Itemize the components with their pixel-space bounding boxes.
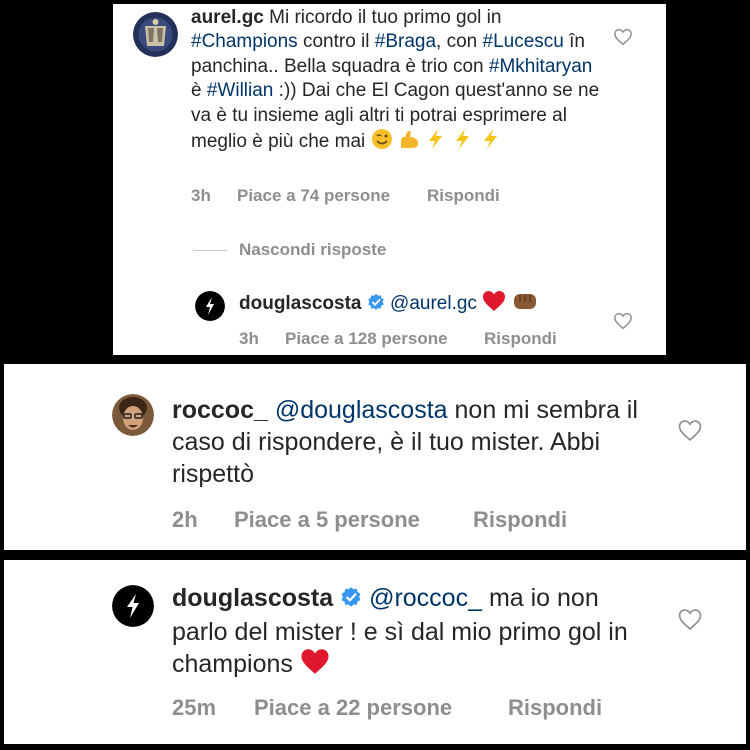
hide-replies-label: Nascondi risposte <box>239 240 387 259</box>
reply-button[interactable]: Rispondi <box>508 695 602 721</box>
comment-body: roccoc_ @douglascosta non mi sembra il c… <box>172 394 652 490</box>
high-voltage-icon <box>480 128 502 157</box>
likes-count-link[interactable]: Piace a 74 persone <box>237 186 427 206</box>
comment-body: douglascosta @roccoc_ ma io non parlo de… <box>172 582 642 683</box>
avatar-aurel[interactable] <box>133 12 178 57</box>
username-roccoc[interactable]: roccoc_ <box>172 396 268 424</box>
username-aurel[interactable]: aurel.gc <box>191 7 264 28</box>
hashtag-champions[interactable]: #Champions <box>191 31 298 52</box>
mention-douglascosta[interactable]: @douglascosta <box>275 396 448 424</box>
avatar-roccoc[interactable] <box>112 394 154 436</box>
flexed-biceps-icon <box>398 128 420 157</box>
reply-button[interactable]: Rispondi <box>484 329 557 349</box>
reply-meta: 3h Piace a 128 persone Rispondi <box>239 329 557 349</box>
comment-meta: 3h Piace a 74 persone Rispondi <box>191 186 500 206</box>
avatar-roccoc-image <box>112 394 154 436</box>
comment-text: è <box>191 80 202 102</box>
comment-time: 2h <box>172 507 198 532</box>
high-voltage-icon <box>452 128 474 157</box>
likes-count-link[interactable]: Piace a 22 persone <box>254 695 508 721</box>
avatar-douglascosta-image <box>112 585 154 627</box>
reply-body: douglascosta @aurel.gc <box>239 290 538 319</box>
comment-text: , con <box>436 31 478 53</box>
mention-roccoc[interactable]: @roccoc_ <box>369 584 482 612</box>
avatar-douglascosta[interactable] <box>195 291 225 321</box>
reply-button[interactable]: Rispondi <box>427 186 500 206</box>
like-heart-icon[interactable] <box>613 28 633 46</box>
comment-card-aurel: aurel.gc Mi ricordo il tuo primo gol in … <box>113 4 666 355</box>
comment-time: 25m <box>172 695 217 720</box>
hashtag-lucescu[interactable]: #Lucescu <box>483 31 564 52</box>
avatar-douglascosta-image <box>195 291 225 321</box>
comment-card-roccoc: roccoc_ @douglascosta non mi sembra il c… <box>4 364 746 550</box>
reply-button[interactable]: Rispondi <box>473 507 567 533</box>
high-voltage-icon <box>425 128 447 157</box>
hashtag-mkhitaryan[interactable]: #Mkhitaryan <box>489 56 593 77</box>
verified-badge-icon <box>367 293 385 318</box>
fist-icon <box>512 290 538 319</box>
like-heart-icon[interactable] <box>677 419 703 442</box>
avatar-douglascosta[interactable] <box>112 585 154 627</box>
username-douglascosta[interactable]: douglascosta <box>239 293 361 314</box>
comment-meta: 25m Piace a 22 persone Rispondi <box>172 695 602 721</box>
verified-badge-icon <box>340 584 362 616</box>
red-heart-icon <box>482 290 506 319</box>
likes-count-link[interactable]: Piace a 128 persone <box>285 329 484 349</box>
mention-aurel[interactable]: @aurel.gc <box>390 293 477 314</box>
comment-text: contro il <box>302 31 370 53</box>
like-heart-icon[interactable] <box>613 312 633 330</box>
username-douglascosta[interactable]: douglascosta <box>172 584 333 612</box>
reply-time: 3h <box>239 329 259 348</box>
hashtag-willian[interactable]: #Willian <box>207 80 274 101</box>
winking-face-icon <box>371 128 393 157</box>
like-heart-icon[interactable] <box>677 608 703 631</box>
red-heart-icon <box>300 648 330 683</box>
comment-body: aurel.gc Mi ricordo il tuo primo gol in … <box>191 6 601 157</box>
comment-time: 3h <box>191 186 211 205</box>
hashtag-braga[interactable]: #Braga <box>375 31 436 52</box>
divider <box>193 249 227 251</box>
avatar-aurel-image <box>133 12 178 57</box>
hide-replies-button[interactable]: Nascondi risposte <box>193 240 386 260</box>
comment-meta: 2h Piace a 5 persone Rispondi <box>172 507 567 533</box>
comment-text: Mi ricordo il tuo primo gol in <box>269 7 502 28</box>
likes-count-link[interactable]: Piace a 5 persone <box>234 507 473 533</box>
comment-card-douglascosta: douglascosta @roccoc_ ma io non parlo de… <box>4 560 746 744</box>
